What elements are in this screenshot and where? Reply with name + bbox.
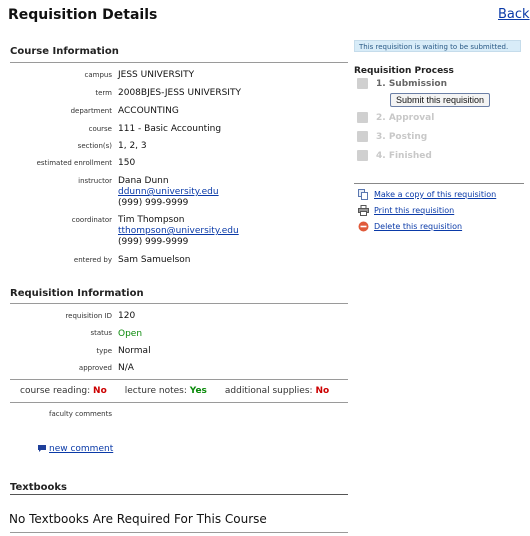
submit-requisition-button[interactable]: Submit this requisition [390, 93, 490, 107]
flag-value: No [315, 386, 330, 396]
print-requisition-link[interactable]: Print this requisition [374, 206, 454, 215]
coordinator-name: Tim Thompson [118, 215, 185, 225]
divider [10, 62, 348, 63]
course-value: 111 - Basic Accounting [118, 124, 222, 134]
step-label: 1. Submission [376, 78, 447, 89]
step-indicator-icon [357, 112, 368, 123]
back-link[interactable]: Back [498, 7, 530, 22]
delete-requisition-link[interactable]: Delete this requisition [374, 222, 462, 231]
entered-by-value: Sam Samuelson [118, 255, 191, 265]
course-label: course [88, 125, 112, 133]
divider [10, 303, 348, 304]
flag-additional-supplies: additional supplies: No [225, 386, 329, 396]
new-comment-link[interactable]: new comment [49, 444, 113, 454]
coordinator-block: Tim Thompson tthompson@university.edu (9… [118, 215, 239, 248]
no-textbooks-message: No Textbooks Are Required For This Cours… [9, 512, 267, 526]
step-indicator-icon [357, 131, 368, 142]
flag-label: lecture notes: [124, 386, 187, 396]
step-label: 4. Finished [376, 150, 432, 161]
step-indicator-icon [357, 78, 368, 89]
step-posting: 3. Posting [357, 131, 427, 142]
copy-requisition-link[interactable]: Make a copy of this requisition [374, 190, 496, 199]
divider [10, 402, 348, 403]
divider [354, 183, 524, 184]
step-label: 3. Posting [376, 131, 428, 142]
instructor-label: instructor [78, 177, 112, 185]
requisition-information-heading: Requisition Information [10, 288, 144, 299]
coordinator-label: coordinator [71, 216, 112, 224]
requisition-id-value: 120 [118, 311, 136, 321]
approved-label: approved [78, 364, 112, 372]
step-approval: 2. Approval [357, 112, 434, 123]
approved-value: N/A [118, 363, 134, 373]
requisition-id-label: requisition ID [65, 312, 112, 320]
instructor-phone: (999) 999-9999 [118, 198, 189, 208]
delete-requisition-action[interactable]: Delete this requisition [358, 221, 462, 232]
divider [10, 379, 348, 380]
textbooks-heading: Textbooks [10, 482, 68, 493]
instructor-name: Dana Dunn [118, 176, 169, 186]
flag-label: additional supplies: [224, 386, 313, 396]
requisition-flags: course reading: No lecture notes: Yes ad… [10, 386, 348, 396]
faculty-comments-label: faculty comments [49, 410, 112, 418]
divider [10, 494, 348, 495]
course-information-heading: Course Information [10, 46, 119, 57]
step-finished: 4. Finished [357, 150, 432, 161]
sections-label: section(s) [77, 142, 112, 150]
type-value: Normal [118, 346, 151, 356]
flag-lecture-notes: lecture notes: Yes [125, 386, 207, 396]
step-submission: 1. Submission [357, 78, 447, 89]
department-value: ACCOUNTING [118, 106, 179, 116]
campus-value: JESS UNIVERSITY [118, 70, 195, 80]
flag-value: Yes [189, 386, 207, 396]
estimated-enrollment-label: estimated enrollment [36, 159, 112, 167]
flag-course-reading: course reading: No [20, 386, 107, 396]
flag-value: No [93, 386, 107, 396]
requisition-process-heading: Requisition Process [354, 66, 454, 76]
printer-icon [358, 205, 369, 216]
department-label: department [70, 107, 112, 115]
term-value: 2008BJES-JESS UNIVERSITY [118, 88, 241, 98]
comment-icon [38, 445, 46, 453]
entered-by-label: entered by [73, 256, 112, 264]
flag-label: course reading: [20, 386, 91, 396]
type-label: type [96, 347, 112, 355]
status-label: status [90, 329, 112, 337]
status-value: Open [118, 329, 143, 339]
step-indicator-icon [357, 150, 368, 161]
coordinator-phone: (999) 999-9999 [118, 237, 189, 247]
term-label: term [95, 89, 112, 97]
delete-icon [358, 221, 369, 232]
campus-label: campus [84, 71, 112, 79]
page-title: Requisition Details [8, 7, 158, 23]
divider [10, 532, 348, 533]
instructor-email-link[interactable]: ddunn@university.edu [118, 187, 219, 198]
sections-value: 1, 2, 3 [118, 141, 147, 151]
coordinator-email-link[interactable]: tthompson@university.edu [118, 226, 239, 237]
step-label: 2. Approval [376, 112, 435, 123]
new-comment-action[interactable]: new comment [38, 444, 113, 454]
instructor-block: Dana Dunn ddunn@university.edu (999) 999… [118, 176, 219, 209]
copy-icon [358, 189, 369, 200]
print-requisition-action[interactable]: Print this requisition [358, 205, 454, 216]
copy-requisition-action[interactable]: Make a copy of this requisition [358, 189, 496, 200]
status-notice: This requisition is waiting to be submit… [354, 40, 521, 52]
estimated-enrollment-value: 150 [118, 158, 136, 168]
